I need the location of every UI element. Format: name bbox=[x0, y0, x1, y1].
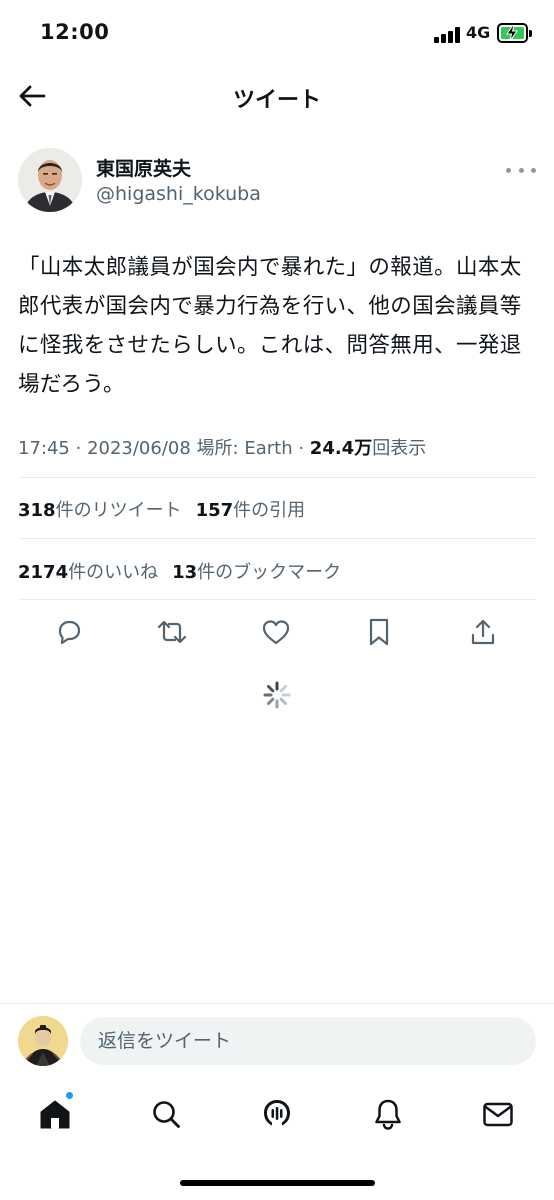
more-dot-icon bbox=[518, 167, 524, 173]
stats-row-likes: 2174件のいいね 13件のブックマーク bbox=[18, 558, 536, 584]
views-count: 24.4万 bbox=[309, 438, 373, 459]
home-indicator[interactable] bbox=[180, 1180, 375, 1186]
meta-separator: · bbox=[75, 438, 88, 459]
status-bar: 12:00 4G bbox=[0, 0, 554, 66]
author-handle[interactable]: @higashi_kokuba bbox=[96, 183, 261, 205]
quotes-stat[interactable]: 157件の引用 bbox=[196, 500, 306, 521]
retweets-stat[interactable]: 318件のリツイート bbox=[18, 500, 182, 521]
bookmarks-count: 13 bbox=[172, 562, 198, 583]
notification-dot bbox=[65, 1091, 74, 1100]
retweet-icon bbox=[157, 620, 187, 644]
bottom-tab-bar bbox=[0, 1082, 554, 1152]
likes-label: 件のいいね bbox=[68, 562, 159, 583]
retweets-label: 件のリツイート bbox=[55, 500, 182, 521]
quotes-count: 157 bbox=[195, 500, 234, 521]
notifications-icon bbox=[375, 1099, 401, 1130]
reply-button[interactable] bbox=[49, 612, 89, 652]
divider bbox=[18, 538, 536, 539]
page-title: ツイート bbox=[232, 88, 321, 113]
retweet-button[interactable] bbox=[152, 612, 192, 652]
tab-spaces[interactable] bbox=[257, 1094, 297, 1134]
author-name[interactable]: 東国原英夫 bbox=[96, 154, 191, 181]
author-photo bbox=[18, 148, 82, 212]
battery-icon bbox=[497, 23, 532, 43]
signal-icon bbox=[434, 27, 460, 43]
stats-row-retweets: 318件のリツイート 157件の引用 bbox=[18, 496, 536, 522]
share-button[interactable] bbox=[463, 612, 503, 652]
tweet-location: 場所: Earth bbox=[196, 438, 293, 459]
bookmark-icon bbox=[369, 618, 389, 646]
spaces-icon bbox=[264, 1100, 290, 1126]
loading-spinner-icon bbox=[262, 680, 292, 710]
home-icon bbox=[40, 1100, 70, 1129]
like-icon bbox=[262, 620, 290, 645]
tweet-date: 2023/06/08 bbox=[87, 438, 191, 459]
likes-stat[interactable]: 2174件のいいね bbox=[18, 562, 158, 583]
more-options-button[interactable] bbox=[506, 160, 536, 180]
status-time: 12:00 bbox=[40, 20, 110, 44]
network-type: 4G bbox=[466, 23, 491, 42]
divider bbox=[18, 477, 536, 478]
meta-separator: · bbox=[298, 438, 310, 459]
more-dot-icon bbox=[506, 167, 511, 173]
tab-search[interactable] bbox=[146, 1094, 186, 1134]
likes-count: 2174 bbox=[18, 562, 69, 583]
tweet-meta: 17:45 · 2023/06/08 場所: Earth · 24.4万回表示 bbox=[18, 434, 536, 460]
divider bbox=[18, 599, 536, 600]
bookmarks-label: 件のブックマーク bbox=[197, 562, 342, 583]
search-icon bbox=[153, 1101, 180, 1128]
reply-input[interactable]: 返信をツイート bbox=[80, 1017, 536, 1065]
reply-icon bbox=[58, 620, 81, 645]
user-avatar-image bbox=[18, 1016, 68, 1066]
tweet-actions bbox=[0, 612, 554, 652]
like-button[interactable] bbox=[256, 612, 296, 652]
reply-bar: 返信をツイート bbox=[0, 1003, 554, 1079]
header: ツイート bbox=[0, 66, 554, 128]
bookmarks-stat[interactable]: 13件のブックマーク bbox=[172, 562, 341, 583]
tab-notifications[interactable] bbox=[368, 1094, 408, 1134]
share-icon bbox=[471, 619, 495, 645]
user-avatar[interactable] bbox=[18, 1016, 68, 1066]
quotes-label: 件の引用 bbox=[233, 500, 306, 521]
retweets-count: 318 bbox=[18, 500, 56, 521]
tweet-text: 「山本太郎議員が国会内で暴れた」の報道。山本太郎代表が国会内で暴力行為を行い、他… bbox=[18, 255, 522, 397]
views-label[interactable]: 回表示 bbox=[372, 438, 426, 459]
charging-bolt-icon bbox=[506, 25, 518, 41]
more-dot-icon bbox=[531, 167, 536, 173]
bookmark-button[interactable] bbox=[359, 612, 399, 652]
messages-icon bbox=[483, 1102, 513, 1127]
tab-messages[interactable] bbox=[478, 1094, 518, 1134]
tab-home[interactable] bbox=[35, 1091, 75, 1134]
tweet-time: 17:45 bbox=[18, 438, 70, 459]
author-avatar[interactable] bbox=[18, 148, 82, 212]
tweet-author: 東国原英夫 @higashi_kokuba bbox=[18, 148, 536, 218]
